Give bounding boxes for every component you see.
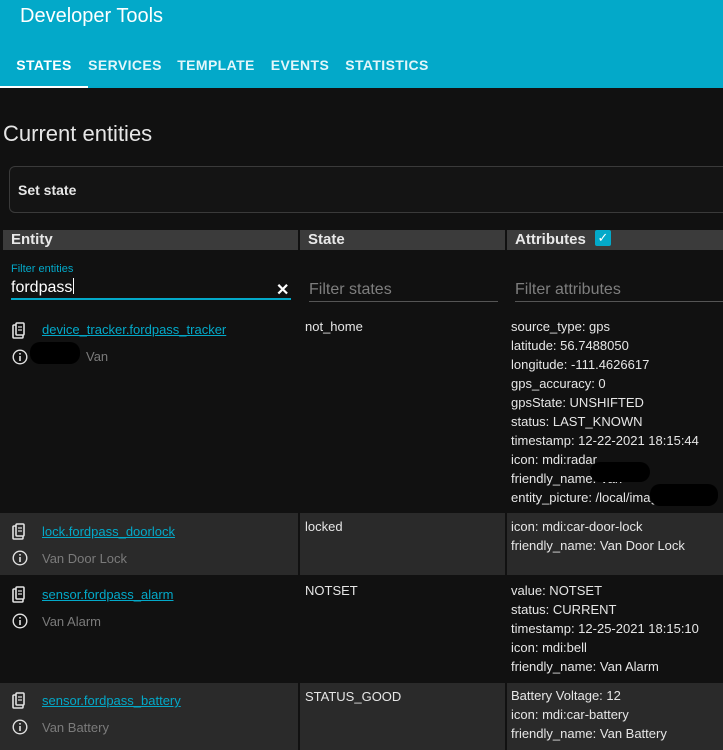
table-row: device_tracker.fordpass_tracker Van not_… (0, 312, 723, 513)
set-state-panel[interactable]: Set state (9, 166, 723, 213)
entity-state: locked (305, 519, 343, 534)
page-title: Current entities (3, 121, 153, 146)
clipboard-icon[interactable] (12, 692, 26, 709)
filter-entities-label: Filter entities (11, 263, 74, 275)
clipboard-icon[interactable] (12, 322, 26, 339)
entity-link[interactable]: lock.fordpass_doorlock (42, 524, 175, 539)
attribute-line: friendly_name: Van Alarm (511, 659, 659, 674)
tab-events[interactable]: EVENTS (270, 44, 330, 88)
info-icon[interactable] (12, 613, 28, 629)
entity-friendly-name: Van Door Lock (42, 551, 128, 566)
redaction-mark (650, 484, 718, 506)
attribute-line: source_type: gps (511, 319, 611, 334)
entity-link[interactable]: sensor.fordpass_battery (42, 693, 181, 708)
tab-template[interactable]: TEMPLATE (176, 44, 256, 88)
entity-friendly-name: Van (86, 349, 109, 364)
attribute-line: status: CURRENT (511, 602, 617, 617)
attribute-line: status: LAST_KNOWN (511, 414, 643, 429)
app-title: Developer Tools (20, 5, 164, 27)
attribute-line: latitude: 56.7488050 (511, 338, 629, 353)
attribute-line: friendly_name: Van Door Lock (511, 538, 685, 553)
attribute-line: Battery Voltage: 12 (511, 688, 621, 703)
entity-state: STATUS_GOOD (305, 689, 402, 704)
tab-services[interactable]: SERVICES (88, 44, 162, 88)
entity-state: NOTSET (305, 583, 358, 598)
clipboard-icon[interactable] (12, 586, 26, 603)
entity-state: not_home (305, 319, 363, 334)
entity-friendly-name: Van Battery (42, 720, 109, 735)
attribute-line: timestamp: 12-25-2021 18:15:10 (511, 621, 699, 636)
entity-friendly-name: Van Alarm (42, 614, 102, 629)
attribute-line: icon: mdi:car-door-lock (511, 519, 643, 534)
table-row: lock.fordpass_doorlock Van Door Lock loc… (0, 513, 723, 575)
close-icon[interactable]: ✕ (276, 280, 289, 300)
attributes-checkbox[interactable]: ✓ (595, 230, 611, 246)
attribute-line: gpsState: UNSHIFTED (511, 395, 644, 410)
clipboard-icon[interactable] (12, 523, 26, 540)
attribute-line: icon: mdi:bell (511, 640, 587, 655)
filter-entities-input[interactable]: fordpass (11, 278, 291, 300)
column-header-state: State (300, 230, 505, 250)
attribute-line: longitude: -111.4626617 (511, 357, 650, 372)
attribute-line: gps_accuracy: 0 (511, 376, 606, 391)
table-row: sensor.fordpass_alarm Van Alarm NOTSET v… (0, 577, 723, 681)
column-header-entity: Entity (3, 230, 298, 250)
set-state-label: Set state (18, 182, 77, 198)
entity-attributes: icon: mdi:car-door-lock friendly_name: V… (511, 517, 685, 555)
table-row: sensor.fordpass_battery Van Battery STAT… (0, 683, 723, 750)
info-icon[interactable] (12, 550, 28, 566)
filter-states-input[interactable]: Filter states (309, 281, 498, 302)
info-icon[interactable] (12, 719, 28, 735)
redaction-mark (590, 462, 650, 482)
filter-entities-value: fordpass (11, 279, 73, 296)
attribute-line: icon: mdi:car-battery (511, 707, 629, 722)
check-icon: ✓ (597, 230, 609, 245)
info-icon[interactable] (12, 349, 28, 365)
entity-attributes: value: NOTSET status: CURRENT timestamp:… (511, 581, 699, 676)
column-header-attributes: Attributes (507, 230, 723, 250)
app-header: Developer Tools STATES SERVICES TEMPLATE… (0, 0, 723, 88)
tab-states[interactable]: STATES (0, 44, 88, 88)
attribute-line: value: NOTSET (511, 583, 603, 598)
entity-attributes: Battery Voltage: 12 icon: mdi:car-batter… (511, 686, 667, 743)
entity-link[interactable]: device_tracker.fordpass_tracker (42, 322, 226, 337)
attribute-line: friendly_name: Van Battery (511, 726, 667, 741)
attribute-line: timestamp: 12-22-2021 18:15:44 (511, 433, 699, 448)
redaction-mark (30, 342, 80, 364)
tab-statistics[interactable]: STATISTICS (344, 44, 430, 88)
filter-attributes-input[interactable]: Filter attributes (515, 281, 723, 302)
entity-link[interactable]: sensor.fordpass_alarm (42, 587, 174, 602)
